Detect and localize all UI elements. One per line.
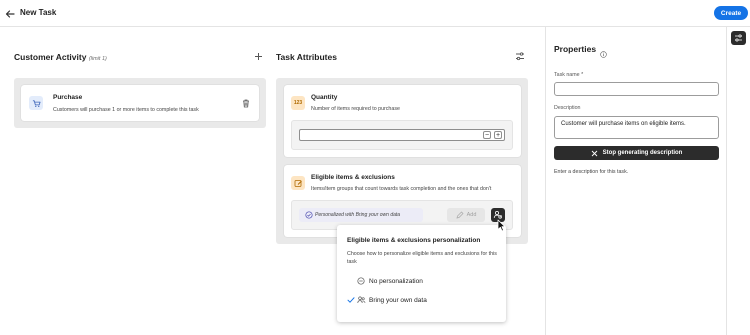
properties-panel: Properties Task name * Description Custo… — [545, 27, 750, 335]
purchase-description: Customers will purchase 1 or more items … — [53, 107, 199, 113]
properties-toggle-icon[interactable] — [731, 31, 746, 45]
page-title: New Task — [20, 8, 57, 17]
description-label: Description — [554, 105, 581, 111]
personalized-pill: Personalized with Bring your own data — [299, 208, 423, 222]
info-icon[interactable] — [600, 45, 607, 63]
cart-icon — [29, 96, 43, 110]
close-icon — [591, 150, 598, 157]
number-icon: 123 — [291, 96, 305, 110]
pencil-icon — [456, 211, 464, 219]
top-bar: New Task Create — [0, 0, 750, 27]
quantity-card: 123 Quantity Number of items required to… — [284, 85, 521, 157]
personalization-popover: Eligible items & exclusions personalizat… — [337, 225, 506, 322]
filter-settings-icon[interactable] — [514, 50, 526, 62]
increment-button[interactable]: + — [494, 131, 502, 139]
quantity-input-area: − + — [291, 120, 513, 150]
customer-activity-title: Customer Activity (limit 1) — [14, 52, 107, 62]
quantity-description: Number of items required to purchase — [311, 106, 400, 112]
check-circle-icon — [305, 211, 313, 219]
checkmark-icon — [347, 296, 357, 304]
description-help-text: Enter a description for this task. — [554, 169, 629, 175]
add-button[interactable]: Add — [447, 208, 485, 222]
option-bring-your-own-data[interactable]: Bring your own data — [347, 295, 427, 305]
edit-list-icon — [291, 176, 305, 190]
no-personalization-icon — [357, 277, 366, 285]
task-name-field[interactable] — [554, 82, 719, 96]
decrement-button[interactable]: − — [483, 131, 491, 139]
users-icon — [357, 296, 366, 304]
eligible-description: Items/item groups that count towards tas… — [311, 186, 492, 192]
mouse-cursor-icon — [497, 219, 506, 237]
stop-generating-button[interactable]: Stop generating description — [554, 146, 719, 160]
task-attributes-title: Task Attributes — [276, 52, 337, 62]
option-no-personalization[interactable]: No personalization — [347, 276, 423, 286]
limit-label: (limit 1) — [88, 56, 107, 62]
quantity-title: Quantity — [311, 94, 338, 101]
properties-title: Properties — [554, 44, 597, 54]
description-field[interactable]: Customer will purchase items on eligible… — [554, 116, 719, 139]
task-name-label: Task name * — [554, 72, 584, 78]
back-arrow-icon[interactable] — [4, 7, 16, 19]
trash-icon[interactable] — [240, 97, 252, 109]
task-attributes-well: 123 Quantity Number of items required to… — [276, 78, 528, 244]
eligible-title: Eligible items & exclusions — [311, 174, 395, 181]
right-rail — [726, 27, 750, 335]
purchase-title: Purchase — [53, 94, 83, 101]
add-activity-icon[interactable] — [252, 50, 264, 62]
popover-description: Choose how to personalize eligible items… — [347, 251, 497, 265]
purchase-card[interactable]: Purchase Customers will purchase 1 or mo… — [21, 85, 259, 121]
create-button[interactable]: Create — [714, 6, 748, 20]
popover-title: Eligible items & exclusions personalizat… — [347, 237, 481, 244]
customer-activity-well: Purchase Customers will purchase 1 or mo… — [14, 78, 266, 128]
quantity-stepper[interactable]: − + — [299, 129, 505, 141]
personalized-text: Personalized with Bring your own data — [315, 212, 401, 218]
